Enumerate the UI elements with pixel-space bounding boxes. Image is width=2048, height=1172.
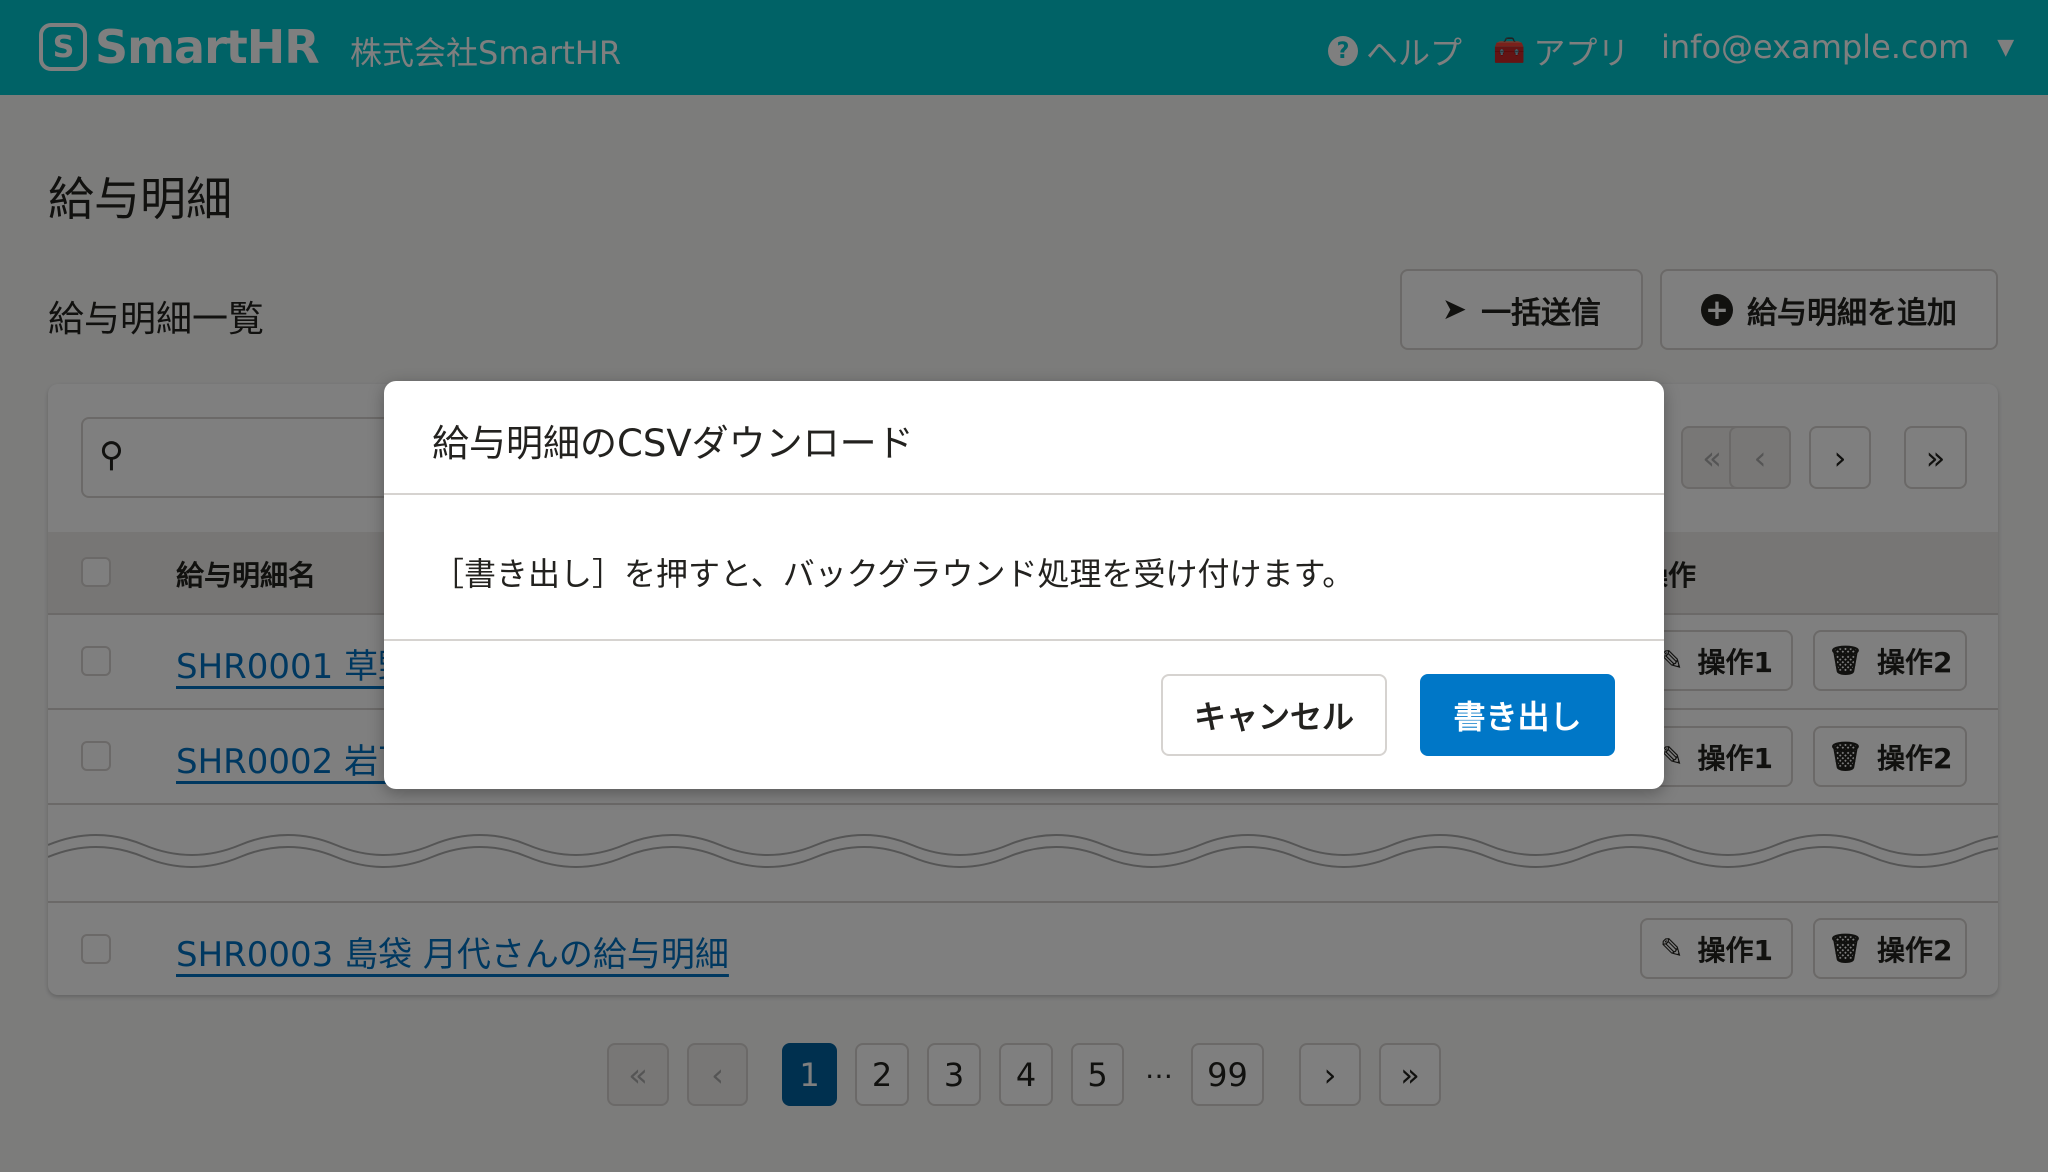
dialog-divider bbox=[384, 493, 1664, 495]
csv-download-dialog: 給与明細のCSVダウンロード ［書き出し］を押すと、バックグラウンド処理を受け付… bbox=[384, 381, 1664, 789]
export-button[interactable]: 書き出し bbox=[1420, 674, 1615, 756]
dialog-body: ［書き出し］を押すと、バックグラウンド処理を受け付けます。 bbox=[432, 555, 1355, 593]
dialog-divider bbox=[384, 639, 1664, 641]
cancel-button[interactable]: キャンセル bbox=[1161, 674, 1387, 756]
dialog-title: 給与明細のCSVダウンロード bbox=[432, 422, 914, 465]
